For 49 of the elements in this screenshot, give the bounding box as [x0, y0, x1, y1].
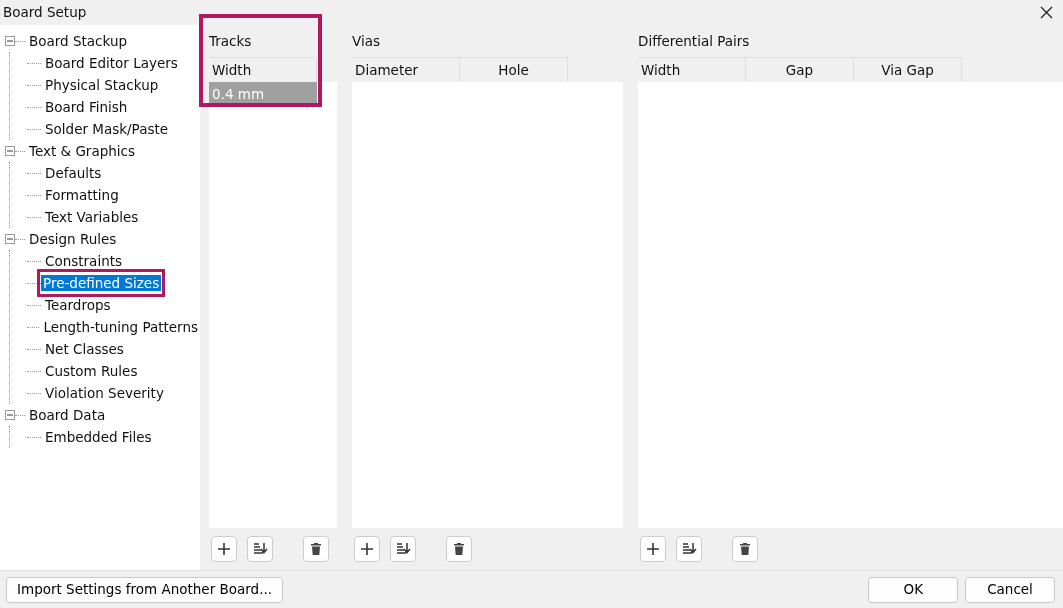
cancel-button[interactable]: Cancel — [965, 576, 1055, 603]
tree-item[interactable]: Defaults — [43, 162, 104, 184]
window-title: Board Setup — [3, 3, 87, 23]
collapse-icon[interactable] — [5, 146, 15, 156]
import-settings-button[interactable]: Import Settings from Another Board... — [6, 576, 284, 603]
tree-item[interactable]: Board Editor Layers — [43, 52, 180, 74]
sort-icon — [395, 542, 411, 556]
tree-item[interactable]: Embedded Files — [43, 426, 154, 448]
delete-button[interactable] — [446, 536, 472, 562]
add-button[interactable] — [211, 536, 237, 562]
tree-item[interactable]: Design Rules — [27, 228, 119, 250]
add-icon — [360, 542, 374, 556]
ok-button[interactable]: OK — [868, 576, 959, 603]
panel-title: Tracks — [209, 31, 253, 51]
delete-button[interactable] — [732, 536, 758, 562]
panel-title: Vias — [352, 31, 381, 51]
delete-icon — [739, 542, 751, 556]
tree-item[interactable]: Board Finish — [43, 96, 130, 118]
tree-item[interactable]: Text & Graphics — [27, 140, 138, 162]
panel-title: Differential Pairs — [638, 31, 751, 51]
close-icon[interactable] — [1040, 6, 1053, 19]
add-button[interactable] — [640, 536, 666, 562]
tree-item[interactable]: Net Classes — [43, 338, 126, 360]
delete-icon — [310, 542, 322, 556]
tree-item[interactable]: Custom Rules — [43, 360, 140, 382]
sort-button[interactable] — [247, 536, 273, 562]
delete-icon — [453, 542, 465, 556]
tree-item[interactable]: Solder Mask/Paste — [43, 118, 171, 140]
tree-item[interactable]: Constraints — [43, 250, 125, 272]
tree-item[interactable]: Board Data — [27, 404, 108, 426]
tree-item[interactable]: Formatting — [43, 184, 121, 206]
sort-icon — [252, 542, 268, 556]
add-button[interactable] — [354, 536, 380, 562]
sort-icon — [681, 542, 697, 556]
tree-item[interactable]: Board Stackup — [27, 30, 130, 52]
sort-button[interactable] — [676, 536, 702, 562]
tree-item[interactable]: Length-tuning Patterns — [41, 316, 200, 338]
add-icon — [646, 542, 660, 556]
tree-item[interactable]: Text Variables — [43, 206, 141, 228]
tree-item[interactable]: Violation Severity — [43, 382, 166, 404]
collapse-icon[interactable] — [5, 234, 15, 244]
delete-button[interactable] — [303, 536, 329, 562]
tree-item[interactable]: Teardrops — [43, 294, 113, 316]
collapse-icon[interactable] — [5, 36, 15, 46]
add-icon — [217, 542, 231, 556]
sort-button[interactable] — [390, 536, 416, 562]
tree-item[interactable]: Pre-defined Sizes — [41, 274, 162, 291]
tree-item[interactable]: Physical Stackup — [43, 74, 161, 96]
collapse-icon[interactable] — [5, 410, 15, 420]
